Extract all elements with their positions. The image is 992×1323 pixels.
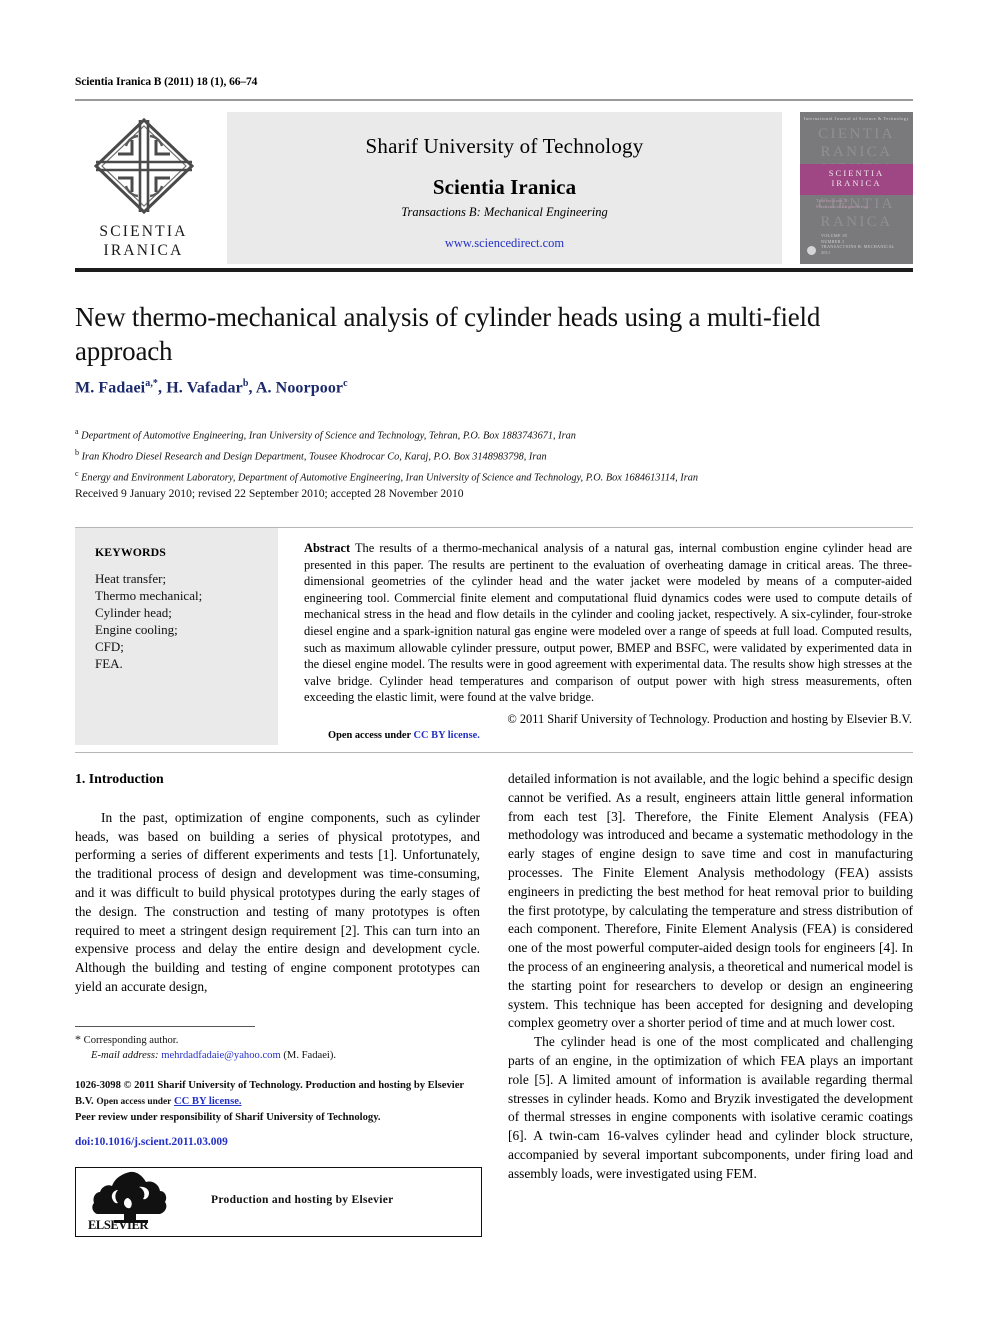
keyword-item: Heat transfer; — [95, 571, 167, 586]
asterisk-icon: * — [75, 1032, 81, 1046]
cover-subtitle-line2: Mechanical Engineering — [816, 204, 868, 209]
keyword-item: Thermo mechanical; — [95, 588, 203, 603]
keyword-item: Cylinder head; — [95, 605, 172, 620]
production-hosting-box: ELSEVIER Production and hosting by Elsev… — [75, 1167, 482, 1237]
affiliation-b: b Iran Khodro Diesel Research and Design… — [75, 445, 913, 466]
author-email-link[interactable]: mehrdadfadaie@yahoo.com — [161, 1050, 280, 1061]
elsevier-wordmark: ELSEVIER — [88, 1218, 149, 1232]
journal-name: Scientia Iranica — [432, 175, 577, 199]
body-paragraph: detailed information is not available, a… — [508, 771, 913, 1031]
cover-title-band: SCIENTIA IRANICA — [800, 164, 913, 195]
sharif-logo: SCIENTIA IRANICA — [75, 112, 212, 264]
journal-header: SCIENTIA IRANICA Sharif University of Te… — [75, 112, 913, 264]
cover-subtitle: Transactions B: Mechanical Engineering — [816, 198, 868, 210]
body-paragraph: In the past, optimization of engine comp… — [75, 809, 480, 994]
cover-footer-line4: 2011 — [821, 249, 831, 255]
affiliation-text-b: Iran Khodro Diesel Research and Design D… — [81, 451, 547, 463]
email-suffix: (M. Fadaei). — [283, 1050, 337, 1061]
body-column-left: 1. Introduction In the past, optimizatio… — [75, 770, 480, 997]
abstract-copyright: © 2011 Sharif University of Technology. … — [507, 711, 912, 726]
production-hosting-label: Production and hosting by Elsevier — [211, 1194, 394, 1206]
journal-transactions: Transactions B: Mechanical Engineering — [401, 205, 608, 219]
imprint-cc-by-link[interactable]: CC BY license. — [174, 1096, 242, 1107]
corresponding-author-note: * Corresponding author. — [75, 1032, 480, 1048]
affiliation-text-a: Department of Automotive Engineering, Ir… — [81, 430, 576, 442]
cover-band-line2: IRANICA — [831, 178, 882, 188]
keyword-item: FEA. — [95, 656, 123, 671]
journal-title-block: Sharif University of Technology Scientia… — [227, 112, 782, 264]
header-bottom-rule — [75, 268, 913, 272]
keywords-box: KEYWORDS Heat transfer; Thermo mechanica… — [75, 528, 278, 745]
footnote-block: * Corresponding author. E-mail address: … — [75, 1032, 480, 1063]
affiliation-marker-a: a — [75, 427, 79, 436]
abstract-open-access: Open access under CC BY license. — [304, 728, 912, 745]
email-note: E-mail address: mehrdadfadaie@yahoo.com … — [75, 1048, 480, 1063]
abstract-block: Abstract The results of a thermo-mechani… — [304, 540, 912, 744]
scientia-iranica-emblem-icon — [93, 117, 194, 215]
sharif-logo-text-line1: SCIENTIA — [99, 223, 188, 240]
running-head: Scientia Iranica B (2011) 18 (1), 66–74 — [75, 76, 258, 88]
sharif-logo-mark — [88, 116, 200, 221]
cover-globe-icon — [807, 246, 816, 255]
affiliation-text-c: Energy and Environment Laboratory, Depar… — [81, 472, 699, 484]
body-paragraph: The cylinder head is one of the most com… — [508, 1034, 913, 1181]
corresponding-author-text: Corresponding author. — [83, 1035, 179, 1046]
journal-cover-thumbnail: International Journal of Science & Techn… — [800, 112, 913, 264]
cover-band-line1: SCIENTIA — [828, 168, 885, 178]
footnote-rule — [75, 1026, 255, 1027]
sharif-logo-text-line2: IRANICA — [103, 242, 184, 259]
cover-footer-line3: TRANSACTIONS B: MECHANICAL — [821, 244, 895, 250]
email-label: E-mail address: — [91, 1050, 159, 1061]
running-head-rule — [75, 99, 913, 101]
abstract-text: The results of a thermo-mechanical analy… — [304, 541, 913, 705]
affiliations: a Department of Automotive Engineering, … — [75, 424, 913, 486]
keywords-heading: KEYWORDS — [95, 545, 166, 559]
abstract-bottom-rule — [75, 752, 913, 753]
cc-by-license-link[interactable]: CC BY license. — [414, 730, 480, 741]
cover-footer: VOLUME 18 NUMBER 1 TRANSACTIONS B: MECHA… — [821, 233, 895, 255]
keyword-item: CFD; — [95, 639, 124, 654]
affiliation-marker-b: b — [75, 447, 79, 457]
author-list: M. Fadaeia,*, H. Vafadarb, A. Noorpoorc — [75, 378, 348, 397]
keywords-list: Heat transfer; Thermo mechanical; Cylind… — [75, 560, 278, 672]
abstract-lead-label: Abstract — [304, 541, 351, 555]
keyword-item: Engine cooling; — [95, 622, 178, 637]
page-title: New thermo-mechanical analysis of cylind… — [75, 302, 821, 366]
affiliation-a: a Department of Automotive Engineering, … — [75, 424, 913, 445]
cover-top-line: International Journal of Science & Techn… — [803, 116, 910, 121]
section-heading-introduction: 1. Introduction — [75, 771, 164, 786]
affiliation-c: c Energy and Environment Laboratory, Dep… — [75, 466, 913, 487]
body-column-right: detailed information is not available, a… — [508, 770, 913, 1184]
sciencedirect-link[interactable]: www.sciencedirect.com — [445, 220, 564, 251]
affiliation-marker-c: c — [75, 468, 79, 478]
article-history: Received 9 January 2010; revised 22 Sept… — [75, 487, 464, 500]
peer-review-note: Peer review under responsibility of Shar… — [75, 1112, 381, 1123]
imprint-block: 1026-3098 © 2011 Sharif University of Te… — [75, 1078, 480, 1126]
open-access-prefix: Open access under — [328, 729, 411, 741]
paper-page: Scientia Iranica B (2011) 18 (1), 66–74 — [0, 0, 992, 1323]
doi-link[interactable]: doi:10.1016/j.scient.2011.03.009 — [75, 1136, 228, 1148]
abstract-paragraph: Abstract The results of a thermo-mechani… — [304, 540, 912, 706]
university-name: Sharif University of Technology — [365, 134, 644, 158]
imprint-open-access-prefix: Open access under — [96, 1096, 172, 1107]
